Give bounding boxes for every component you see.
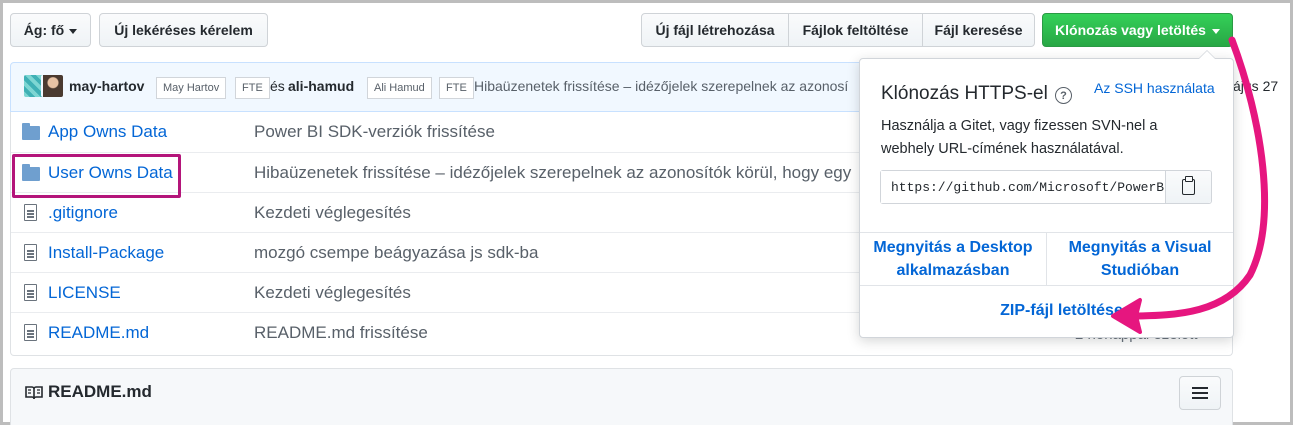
- fte-badge: FTE: [439, 77, 474, 99]
- commit-message-link[interactable]: Hibaüzenetek frissítése – idézőjelek sze…: [474, 78, 848, 94]
- open-in-visual-studio-link[interactable]: Megnyitás a Visual Studióban: [1047, 233, 1233, 285]
- avatar[interactable]: [41, 75, 63, 97]
- commit-coauthor-link[interactable]: ali-hamud: [288, 78, 354, 94]
- file-name-link[interactable]: README.md: [48, 323, 149, 343]
- commit-message-link[interactable]: Hibaüzenetek frissítése – idézőjelek sze…: [254, 163, 851, 183]
- find-file-button[interactable]: Fájl keresése: [922, 13, 1035, 47]
- chevron-down-icon: [1211, 28, 1220, 34]
- commit-conjunction: és: [270, 78, 285, 94]
- clone-or-download-button[interactable]: Klónozás vagy letöltés: [1042, 13, 1233, 47]
- download-zip-label: ZIP-fájl letöltése: [1000, 302, 1123, 319]
- clone-or-download-label: Klónozás vagy letöltés: [1055, 22, 1206, 38]
- file-icon: [22, 244, 40, 261]
- file-name-link[interactable]: App Owns Data: [48, 122, 167, 142]
- fte-label: FTE: [242, 82, 263, 94]
- upload-files-button[interactable]: Fájlok feltöltése: [788, 13, 923, 47]
- create-file-button[interactable]: Új fájl létrehozása: [641, 13, 789, 47]
- hamburger-icon: [1192, 392, 1208, 394]
- find-file-label: Fájl keresése: [934, 22, 1023, 38]
- fte-label: FTE: [446, 82, 467, 94]
- clipboard-icon: [1182, 176, 1195, 195]
- clone-description: Használja a Gitet, vagy fizessen SVN-nel…: [881, 118, 1158, 157]
- upload-files-label: Fájlok feltöltése: [802, 22, 909, 38]
- commit-message-link[interactable]: Power BI SDK-verziók frissítése: [254, 122, 495, 142]
- clone-popover-title: Klónozás HTTPS-el: [881, 83, 1048, 104]
- commit-message-link[interactable]: README.md frissítése: [254, 323, 428, 343]
- fte-badge: FTE: [235, 77, 270, 99]
- commit-message-link[interactable]: mozgó csempe beágyazása js sdk-ba: [254, 243, 538, 263]
- author-name: May Hartov: [163, 82, 220, 94]
- folder-icon: [22, 123, 40, 140]
- file-icon: [22, 284, 40, 301]
- download-zip-link[interactable]: ZIP-fájl letöltése: [860, 302, 1233, 320]
- commit-author-link[interactable]: may-hartov: [69, 78, 144, 94]
- chevron-down-icon: [69, 28, 78, 34]
- file-icon: [22, 204, 40, 221]
- create-file-label: Új fájl létrehozása: [655, 22, 775, 38]
- book-icon: [25, 386, 43, 400]
- author-name: Ali Hamud: [374, 82, 425, 94]
- use-ssh-link[interactable]: Az SSH használata: [1094, 80, 1215, 96]
- new-pull-request-label: Új lekéréses kérelem: [114, 22, 253, 38]
- commit-message-link[interactable]: Kezdeti véglegesítés: [254, 283, 411, 303]
- open-in-actions: Megnyitás a Desktop alkalmazásban Megnyi…: [860, 232, 1233, 286]
- file-name-link[interactable]: Install-Package: [48, 243, 164, 263]
- open-in-desktop-label: Megnyitás a Desktop alkalmazásban: [873, 239, 1033, 279]
- clone-url-input[interactable]: https://github.com/Microsoft/PowerBI-Dev…: [881, 171, 1165, 203]
- file-name-link[interactable]: .gitignore: [48, 203, 118, 223]
- author-name-badge: May Hartov: [156, 77, 227, 99]
- open-in-visual-studio-label: Megnyitás a Visual Studióban: [1068, 239, 1212, 279]
- readme-header: README.md: [10, 368, 1233, 425]
- author-name-badge: Ali Hamud: [367, 77, 432, 99]
- clone-url-field: https://github.com/Microsoft/PowerBI-Dev…: [880, 170, 1212, 204]
- copy-url-button[interactable]: [1165, 171, 1211, 203]
- new-pull-request-button[interactable]: Új lekéréses kérelem: [99, 13, 268, 47]
- clone-popover: Klónozás HTTPS-el ? Az SSH használata Ha…: [859, 50, 1234, 338]
- open-in-desktop-link[interactable]: Megnyitás a Desktop alkalmazásban: [860, 233, 1047, 285]
- commit-age: ájus 27: [1233, 78, 1279, 94]
- file-actions-group: Új fájl létrehozása Fájlok feltöltése Fá…: [641, 13, 1035, 47]
- file-icon: [22, 324, 40, 341]
- file-name-link[interactable]: LICENSE: [48, 283, 121, 303]
- branch-label: Ág: fő: [23, 22, 65, 38]
- readme-title: README.md: [48, 382, 152, 401]
- branch-select-button[interactable]: Ág: fő: [10, 13, 91, 47]
- question-icon[interactable]: ?: [1055, 87, 1072, 104]
- highlight-box: [12, 154, 181, 198]
- commit-message-link[interactable]: Kezdeti véglegesítés: [254, 203, 411, 223]
- outline-menu-button[interactable]: [1179, 376, 1221, 410]
